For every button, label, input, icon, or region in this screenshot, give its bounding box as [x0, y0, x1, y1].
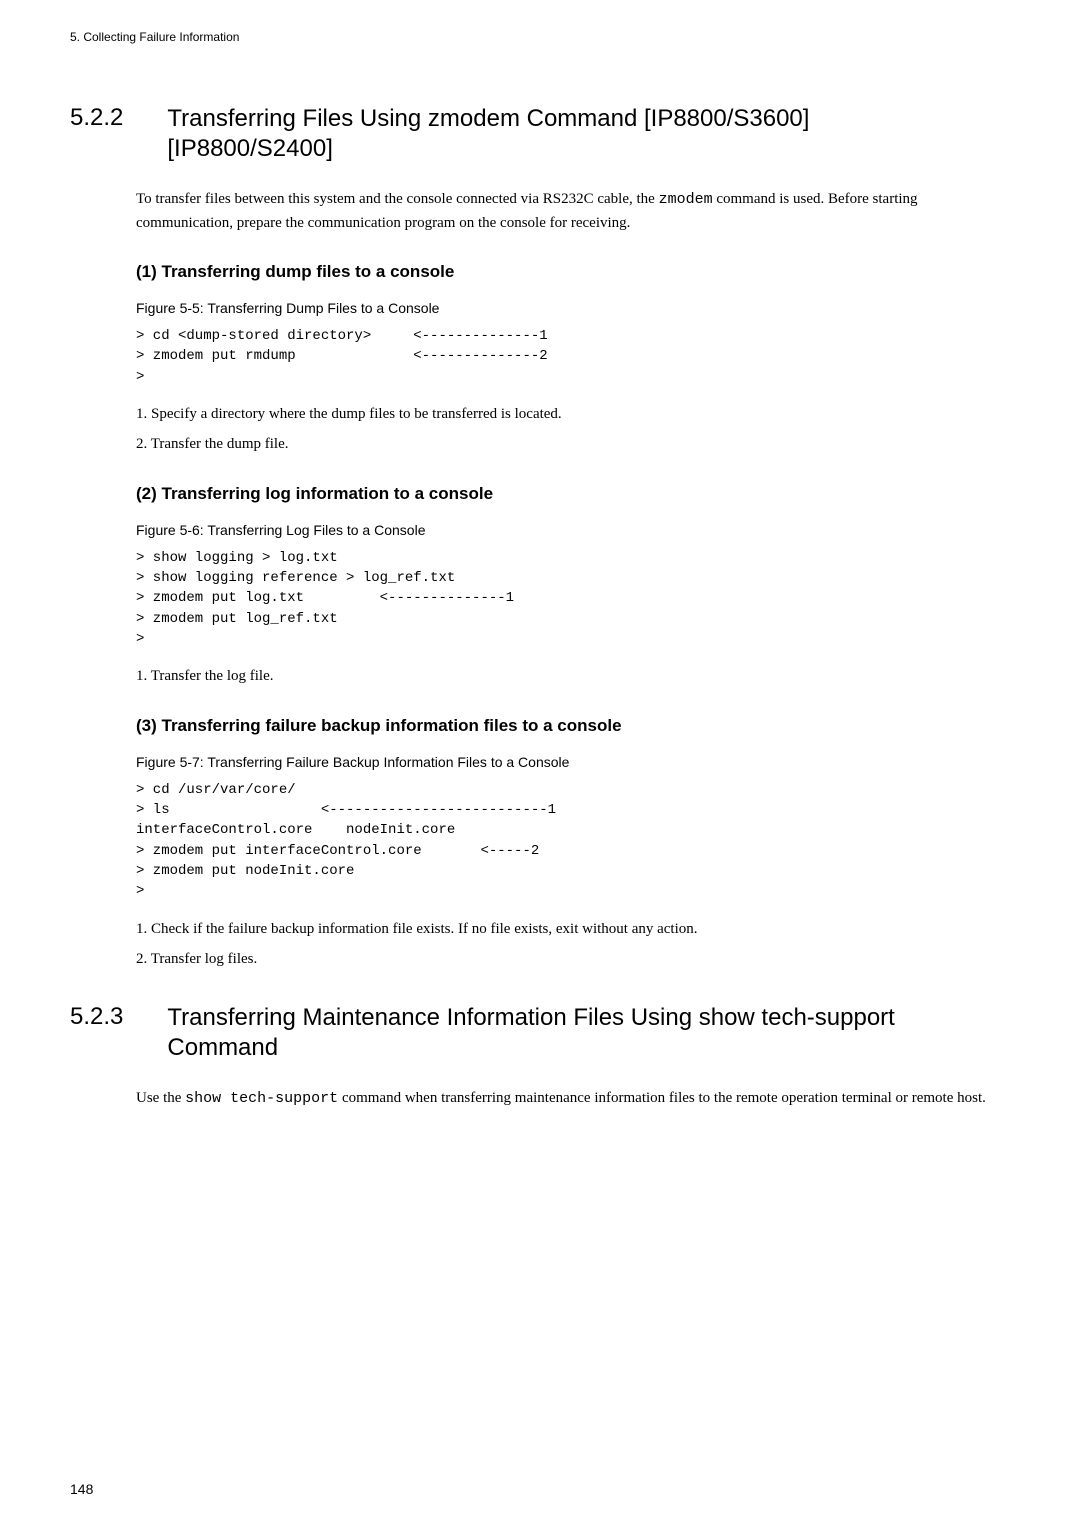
subsection-3-title: (3) Transferring failure backup informat…: [136, 716, 1010, 736]
sub2-list-item-1: 1. Transfer the log file.: [136, 665, 1010, 688]
subsection-1-title: (1) Transferring dump files to a console: [136, 262, 1010, 282]
figure-5-7-code: > cd /usr/var/core/ > ls <--------------…: [136, 780, 1010, 902]
sub1-list-item-2: 2. Transfer the dump file.: [136, 433, 1010, 456]
figure-5-7-caption: Figure 5-7: Transferring Failure Backup …: [136, 754, 1010, 770]
section-522-title: Transferring Files Using zmodem Command …: [167, 104, 947, 164]
section-522-intro-para: To transfer files between this system an…: [136, 188, 1010, 234]
section-523-intro-para: Use the show tech-support command when t…: [136, 1087, 1010, 1111]
zmodem-command-inline: zmodem: [659, 191, 713, 208]
page-header: 5. Collecting Failure Information: [70, 30, 1010, 44]
section-523-title: Transferring Maintenance Information Fil…: [167, 1003, 947, 1063]
figure-5-6-code: > show logging > log.txt > show logging …: [136, 548, 1010, 649]
sub1-list-item-1: 1. Specify a directory where the dump fi…: [136, 403, 1010, 426]
figure-5-6-caption: Figure 5-6: Transferring Log Files to a …: [136, 522, 1010, 538]
sub3-list-item-2: 2. Transfer log files.: [136, 948, 1010, 971]
subsection-2-title: (2) Transferring log information to a co…: [136, 484, 1010, 504]
page-number: 148: [70, 1481, 93, 1497]
section-522-intro-a: To transfer files between this system an…: [136, 191, 659, 207]
section-522-number: 5.2.2: [70, 104, 123, 132]
section-523-intro-a: Use the: [136, 1090, 185, 1106]
figure-5-5-code: > cd <dump-stored directory> <----------…: [136, 326, 1010, 387]
show-tech-support-command-inline: show tech-support: [185, 1090, 338, 1107]
section-523-intro-b: command when transferring maintenance in…: [338, 1090, 986, 1106]
sub3-list-item-1: 1. Check if the failure backup informati…: [136, 918, 1010, 941]
figure-5-5-caption: Figure 5-5: Transferring Dump Files to a…: [136, 300, 1010, 316]
section-523-number: 5.2.3: [70, 1003, 123, 1031]
